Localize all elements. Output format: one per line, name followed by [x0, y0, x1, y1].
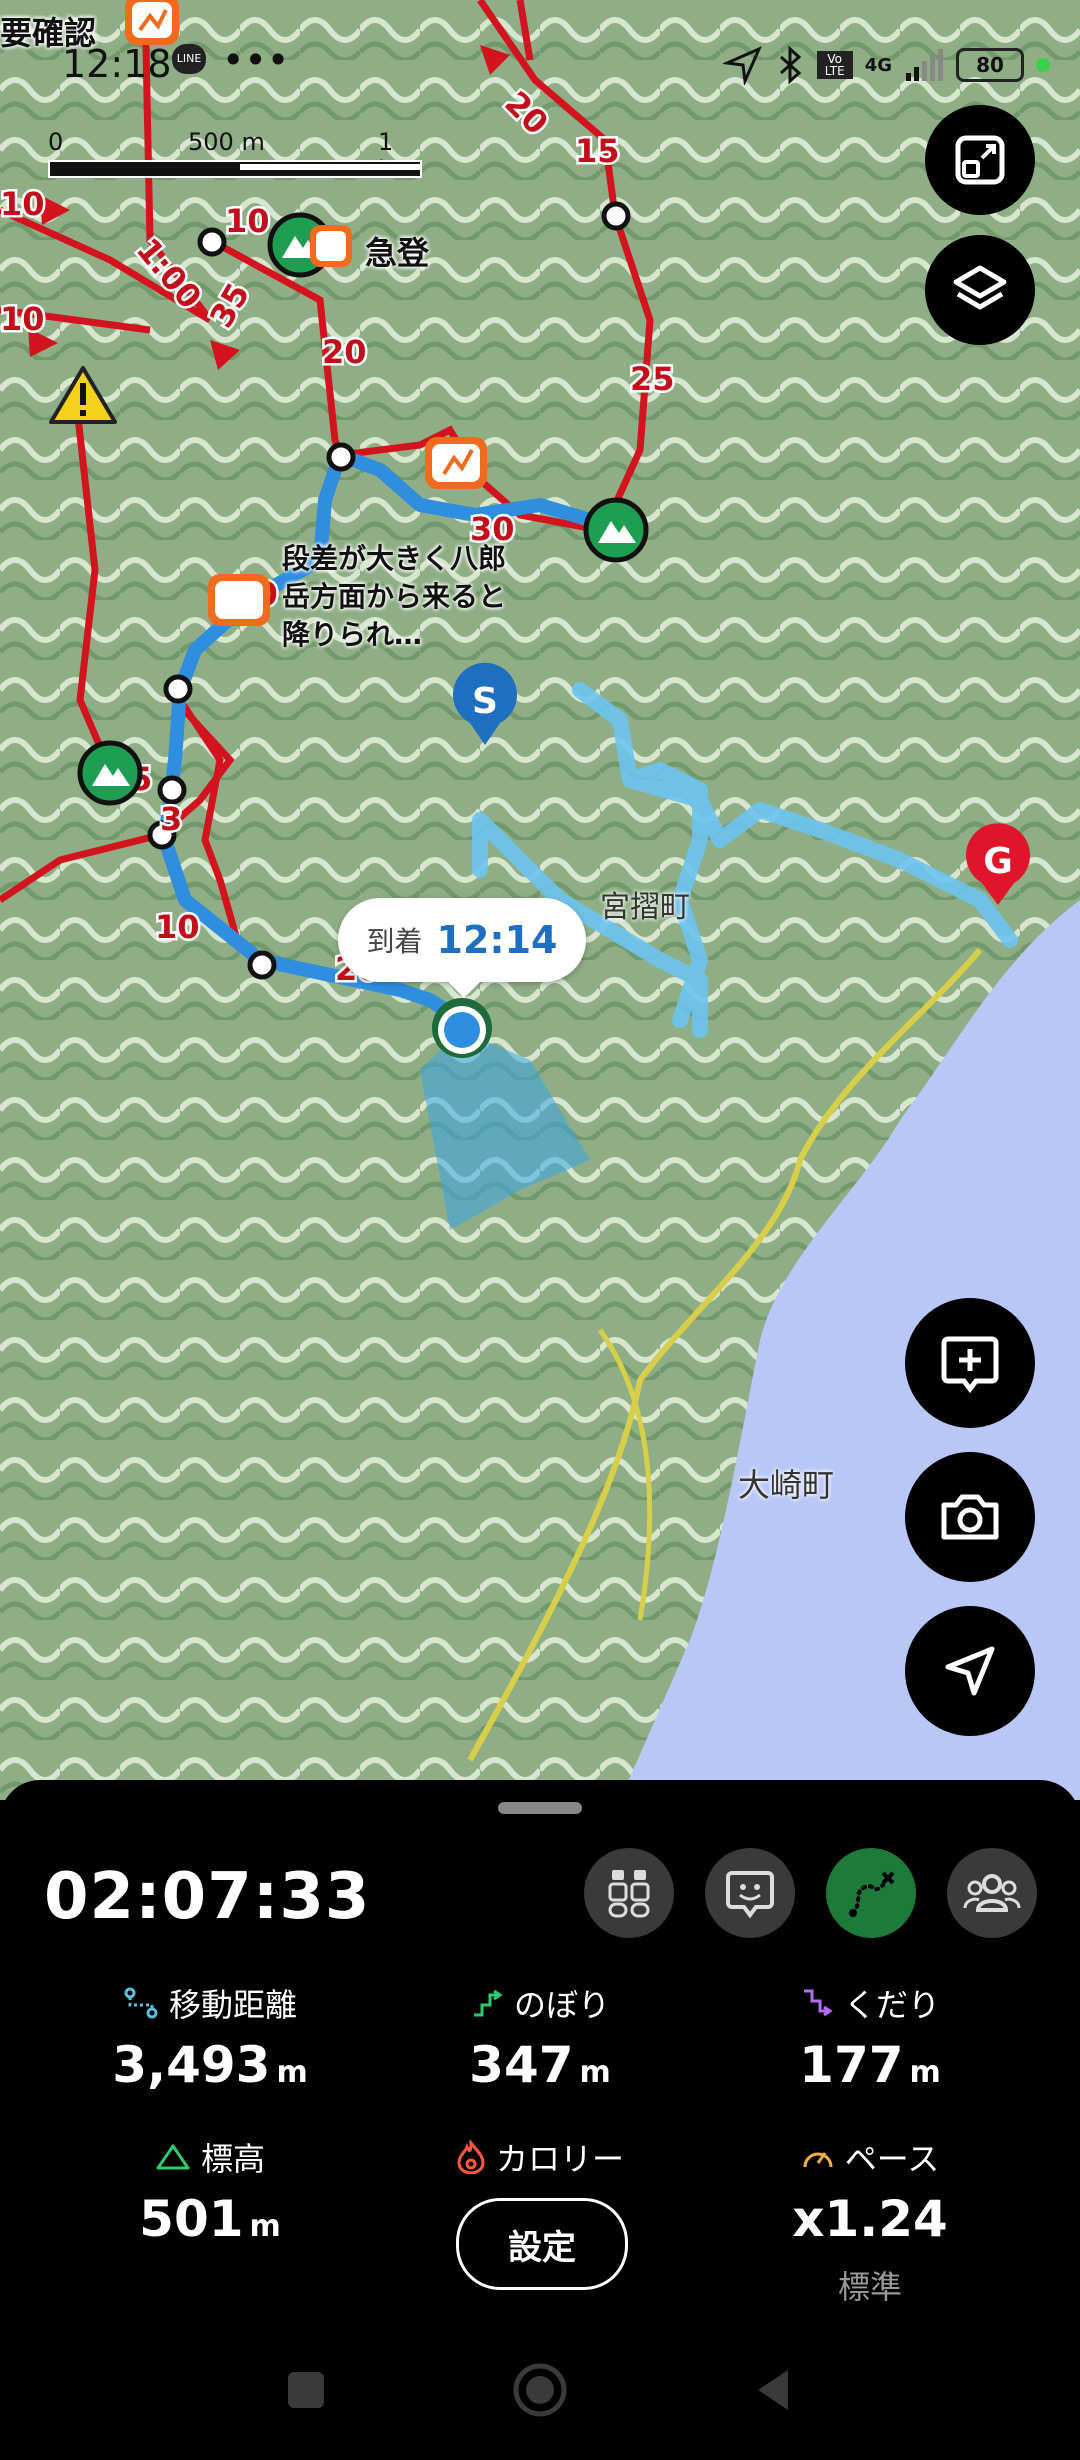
layers-icon [953, 265, 1007, 310]
stat-calorie: カロリー [370, 2134, 710, 2180]
memo-chat-icon [726, 1871, 774, 1919]
route-button[interactable] [826, 1848, 916, 1938]
stat-label: くだり [843, 1986, 940, 2024]
calorie-settings-button[interactable]: 設定 [456, 2198, 628, 2290]
descent-icon [803, 1989, 833, 2017]
stat-descent: くだり 177 m [700, 1980, 1040, 2094]
recents-icon [288, 2372, 324, 2408]
stat-unit: m [276, 2055, 308, 2090]
battery-icon: 80 [956, 48, 1024, 82]
course-time: 3 [160, 800, 182, 838]
back-icon [758, 2370, 788, 2410]
stat-value: 3,493 [112, 2036, 271, 2094]
ascent-icon [473, 1989, 503, 2017]
memo-marker-icon[interactable] [310, 225, 352, 267]
drag-handle[interactable] [498, 1802, 582, 1814]
svg-text:G: G [983, 841, 1013, 882]
scale-bar: 0 500 m 1 km [48, 128, 422, 184]
scale-zero: 0 [48, 128, 64, 156]
course-time: 15 [575, 132, 620, 170]
stat-label: ペース [844, 2140, 940, 2178]
arrival-callout[interactable]: 到着 12:14 [338, 898, 586, 998]
calorie-flame-icon [457, 2140, 485, 2174]
stat-unit: m [579, 2055, 611, 2090]
stat-unit: m [909, 2055, 941, 2090]
add-memo-button[interactable] [905, 1298, 1035, 1428]
course-time: 25 [630, 360, 675, 398]
network-type: 4G [864, 54, 892, 76]
stat-distance: 移動距離 3,493 m [40, 1980, 380, 2094]
fullscreen-icon [955, 135, 1005, 185]
mountain-peak-icon[interactable] [77, 740, 143, 806]
fullscreen-button[interactable] [925, 105, 1035, 215]
svg-text:S: S [472, 681, 498, 722]
status-bar: 12:18 LINE ••• Vo LTE 4G 80 [0, 0, 1080, 130]
need-check-label: 要確認 [0, 14, 97, 52]
bluetooth-icon [779, 45, 801, 85]
group-button[interactable] [947, 1848, 1037, 1938]
navigate-button[interactable] [905, 1606, 1035, 1736]
home-button[interactable] [510, 2360, 570, 2420]
camera-icon [941, 1494, 999, 1540]
elapsed-time: 02:07:33 [44, 1860, 371, 1934]
course-time: 10 [225, 202, 270, 240]
stat-unit: m [249, 2209, 281, 2244]
route-icon [849, 1871, 895, 1917]
town-label: 大崎町 [738, 1466, 835, 1504]
scale-mid: 500 m [188, 128, 265, 156]
distance-icon [124, 1987, 158, 2019]
trekking-poles-icon [608, 1870, 650, 1918]
back-button[interactable] [744, 2360, 804, 2420]
steep-label: 急登 [365, 234, 430, 272]
course-time: 10 [155, 908, 200, 946]
privacy-indicator [1036, 58, 1050, 72]
home-icon [513, 2363, 567, 2417]
stat-elevation: 標高 501 m [40, 2134, 380, 2248]
pace-description: 標準 [837, 2268, 902, 2306]
group-icon [963, 1874, 1021, 1912]
add-memo-icon [941, 1336, 999, 1394]
stat-label: のぼり [513, 1986, 610, 2024]
course-time: 10 [0, 185, 45, 223]
stat-value: 177 [799, 2036, 904, 2094]
stat-value: x1.24 [792, 2190, 948, 2248]
course-time: 10 [0, 300, 45, 338]
map-view[interactable]: 20 15 25 30 10 35 10 10 20 -20 5 3 10 20… [0, 0, 1080, 1800]
navigate-icon [945, 1646, 995, 1696]
memo-marker-icon[interactable] [208, 574, 270, 626]
more-notifications-icon: ••• [222, 38, 290, 82]
trekking-poles-button[interactable] [584, 1848, 674, 1938]
stat-value: 347 [469, 2036, 574, 2094]
stat-value: 501 [139, 2190, 244, 2248]
pace-gauge-icon [803, 2152, 833, 2168]
navigation-arrow-icon [722, 46, 762, 85]
activity-panel[interactable]: 02:07:33 移動距離 3,493 m のぼり 347 m くだり 177 … [0, 1780, 1080, 2460]
course-time: 20 [322, 333, 367, 371]
memo-marker-icon[interactable] [425, 437, 487, 489]
town-label: 宮摺町 [600, 890, 690, 925]
elevation-icon [156, 2144, 190, 2170]
stat-ascent: のぼり 347 m [370, 1980, 710, 2094]
camera-button[interactable] [905, 1452, 1035, 1582]
signal-icon [906, 49, 943, 81]
stat-label: カロリー [495, 2140, 624, 2178]
warning-note[interactable]: 段差が大きく八郎岳方面から来ると降りられ… [282, 540, 522, 654]
arrival-time: 12:14 [436, 918, 558, 962]
line-app-icon: LINE [172, 44, 206, 74]
recents-button[interactable] [276, 2360, 336, 2420]
memo-chat-button[interactable] [705, 1848, 795, 1938]
stat-label: 移動距離 [168, 1986, 297, 2024]
arrival-label: 到着 [366, 925, 423, 958]
layers-button[interactable] [925, 235, 1035, 345]
mountain-peak-icon[interactable] [583, 497, 649, 563]
stat-pace: ペース x1.24 [700, 2134, 1040, 2248]
stat-label: 標高 [200, 2140, 265, 2178]
volte-icon: Vo LTE [816, 51, 853, 79]
current-location-icon [432, 998, 492, 1058]
